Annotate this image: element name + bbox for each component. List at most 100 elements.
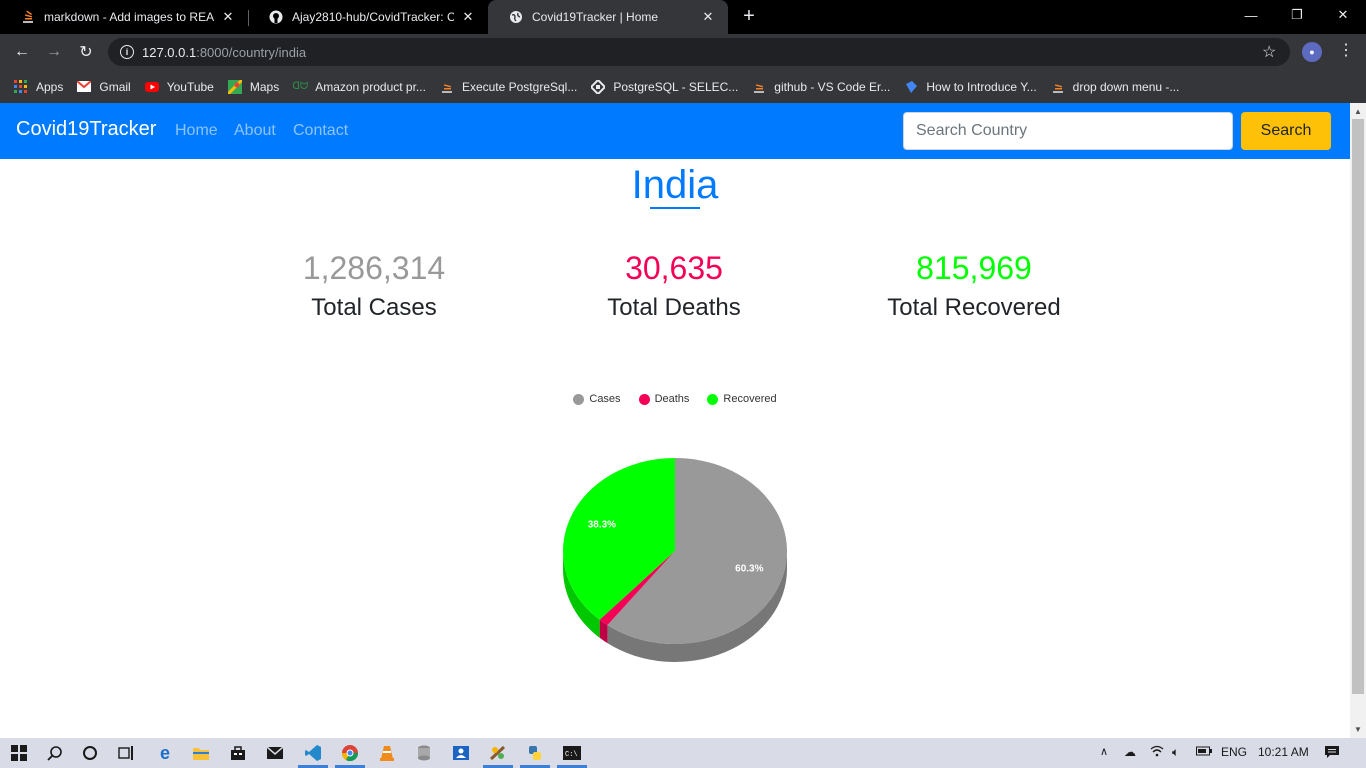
stackoverflow-icon [752,80,766,94]
window-close-button[interactable]: ✕ [1320,0,1366,30]
bookmark-apps[interactable]: Apps [14,79,64,94]
edge-icon[interactable]: e [154,743,176,763]
notifications-icon[interactable] [1324,745,1340,762]
bookmark-drop-down-menu[interactable]: drop down menu -... [1051,79,1180,94]
task-view-icon[interactable] [114,743,136,763]
bookmark-label: Apps [36,79,64,94]
stat-label: Total Deaths [607,294,741,321]
stat-total-cases: 1,286,314 Total Cases [224,248,524,322]
restore-button[interactable]: ❐ [1274,0,1320,30]
search-button[interactable]: Search [1241,112,1331,150]
bookmark-icon [904,80,918,94]
windows-start-icon[interactable] [8,743,30,763]
stat-value: 30,635 [625,250,723,286]
bookmark-label: Amazon product pr... [315,79,426,94]
bookmark-label: drop down menu -... [1072,79,1180,94]
info-icon[interactable]: i [120,45,134,59]
site-navbar: Covid19Tracker Home About Contact Search [0,103,1350,159]
address-bar[interactable]: i 127.0.0.1:8000/country/india [108,38,1290,66]
windows-taskbar: e C:\ ∧ ☁ 🔈︎ ENG 10:21 AM [0,738,1366,768]
country-title: India [631,163,719,207]
pie-chart: 60.3% 38.3% [563,458,787,662]
bookmark-gmail[interactable]: Gmail [77,79,131,94]
bookmark-label: Gmail [99,79,131,94]
youtube-icon [144,80,159,94]
tab-title: Ajay2810-hub/CovidTracker: Covi [292,10,454,24]
page-scrollbar[interactable]: ▲ ▼ [1350,103,1366,738]
browser-toolbar: ← → ↻ i 127.0.0.1:8000/country/india ☆ ●… [0,34,1366,70]
minimize-button[interactable]: — [1228,0,1274,30]
scroll-up-icon[interactable]: ▲ [1354,107,1362,116]
new-tab-button[interactable]: + [738,5,760,27]
bookmark-maps[interactable]: Maps [227,79,280,94]
tab-title: markdown - Add images to READ [44,10,214,24]
bookmark-label: Maps [249,79,280,94]
cortana-icon[interactable] [79,743,101,763]
legend-item-recovered[interactable]: Recovered [707,393,777,405]
bookmark-github-vscode[interactable]: github - VS Code Er... [752,80,890,94]
gmail-icon [77,80,92,94]
stackoverflow-icon [1051,80,1065,94]
chevron-up-icon[interactable]: ∧ [1100,745,1108,758]
bookmark-how-to-introduce[interactable]: How to Introduce Y... [904,80,1037,94]
volume-icon[interactable]: 🔈︎ [1172,745,1179,760]
bookmark-postgresql-select[interactable]: PostgreSQL - SELEC... [591,79,738,94]
forward-arrow-icon[interactable]: → [42,40,66,64]
database-icon[interactable] [413,743,435,763]
bookmark-star-icon[interactable]: ☆ [1262,42,1276,62]
scroll-down-icon[interactable]: ▼ [1354,725,1362,734]
brand-link[interactable]: Covid19Tracker [16,118,156,141]
menu-dots-icon[interactable]: ⋮ [1338,40,1354,60]
legend-item-cases[interactable]: Cases [573,393,621,405]
profile-avatar-icon[interactable]: ● [1302,42,1322,62]
stat-value: 815,969 [916,250,1032,286]
wifi-icon[interactable] [1150,745,1164,760]
python-icon[interactable] [524,743,546,763]
clock[interactable]: 10:21 AM [1258,745,1309,759]
tab-github[interactable]: Ajay2810-hub/CovidTracker: Covi ✕ [248,0,488,34]
mail-icon[interactable] [264,743,286,763]
chrome-icon[interactable] [339,743,361,763]
onedrive-icon[interactable]: ☁ [1124,745,1136,759]
store-icon[interactable] [227,743,249,763]
legend-label: Recovered [723,393,777,405]
bookmark-amazon-product[interactable]: ᗡᗢ Amazon product pr... [292,79,426,94]
tab-markdown[interactable]: markdown - Add images to READ ✕ [0,0,248,34]
command-prompt-icon[interactable]: C:\ [561,743,583,763]
github-icon [268,9,284,25]
bookmarks-bar: Apps Gmail YouTube Maps ᗡᗢ Amazon produc… [0,70,1366,103]
close-icon[interactable]: ✕ [220,9,236,25]
close-icon[interactable]: ✕ [460,9,476,25]
page-viewport: Covid19Tracker Home About Contact Search… [0,103,1350,738]
geeksforgeeks-icon: ᗡᗢ [292,81,309,92]
title-underline [650,207,700,209]
bookmark-execute-postgresql[interactable]: Execute PostgreSql... [440,80,577,94]
close-icon[interactable]: ✕ [700,9,716,25]
apps-grid-icon [14,79,28,94]
bookmark-label: Execute PostgreSql... [461,79,578,94]
svg-text:C:\: C:\ [565,751,578,759]
legend-swatch [573,393,585,405]
contacts-icon[interactable] [450,743,472,763]
search-country-input[interactable] [903,112,1233,150]
bookmark-label: YouTube [166,79,214,94]
search-icon[interactable] [44,743,66,763]
scroll-thumb[interactable] [1352,119,1364,694]
file-explorer-icon[interactable] [190,743,212,763]
bookmark-youtube[interactable]: YouTube [144,79,214,94]
tab-covid19tracker[interactable]: Covid19Tracker | Home ✕ [488,0,728,34]
nav-link-contact[interactable]: Contact [293,122,348,140]
battery-icon[interactable] [1196,745,1212,759]
vscode-icon[interactable] [302,743,324,763]
stat-total-recovered: 815,969 Total Recovered [824,248,1124,322]
stat-total-deaths: 30,635 Total Deaths [524,248,824,322]
nav-link-home[interactable]: Home [175,122,218,140]
nav-link-about[interactable]: About [234,122,276,140]
language-indicator[interactable]: ENG [1221,745,1247,759]
paint-icon[interactable] [487,743,509,763]
back-arrow-icon[interactable]: ← [10,40,34,64]
legend-item-deaths[interactable]: Deaths [638,393,689,405]
chart-legend: Cases Deaths Recovered [0,393,1350,405]
vlc-icon[interactable] [376,743,398,763]
reload-icon[interactable]: ↻ [74,40,98,64]
